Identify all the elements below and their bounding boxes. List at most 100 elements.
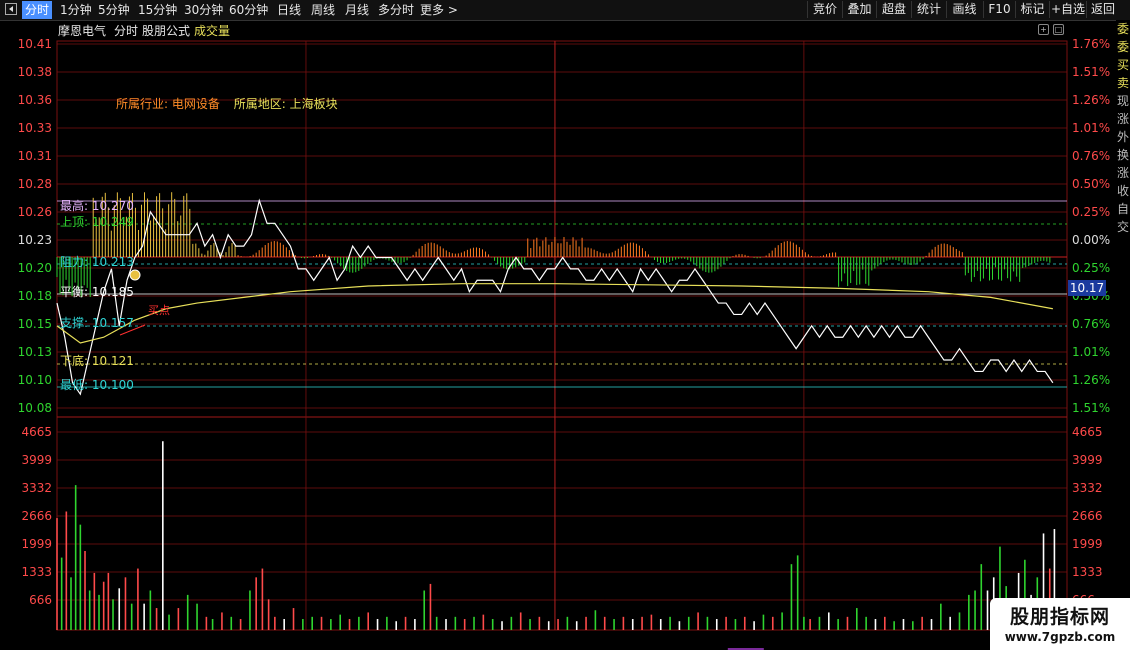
pct-axis-label: 0.50% [1072,177,1110,191]
pct-axis-label: 1.51% [1072,401,1110,415]
watermark: 股朋指标网 www.7gpzb.com [990,598,1130,650]
price-axis-label: 10.08 [18,401,52,415]
period-tab-7[interactable]: 周线 [311,1,335,19]
right-panel-strip: 委委买卖现涨外换涨收自交 [1116,20,1130,650]
price-axis-label: 10.33 [18,121,52,135]
coin-icon [129,269,141,281]
pct-axis-label: 0.25% [1072,261,1110,275]
support-value: 10.157 [91,316,134,330]
pct-axis-label: 1.01% [1072,121,1110,135]
low-value: 10.100 [91,378,134,392]
strip-char: 换 [1116,148,1129,162]
strip-char: 买 [1116,58,1129,72]
toolbar-button-3[interactable]: 统计 [911,1,946,18]
toolbar-button-4[interactable]: 画线 [946,1,982,18]
strip-char: 卖 [1116,76,1129,90]
pct-axis-label: 0.76% [1072,149,1110,163]
low-level-label: 最低: 10.100 [60,376,134,393]
pct-axis-label: 0.76% [1072,317,1110,331]
period-tab-4[interactable]: 30分钟 [184,1,223,19]
watermark-title: 股朋指标网 [1009,606,1110,628]
price-axis-label: 10.36 [18,93,52,107]
price-axis-label: 10.28 [18,177,52,191]
price-axis-label: 10.31 [18,149,52,163]
toolbar-button-8[interactable]: 返回 [1086,1,1119,18]
resistance-label: 阻力: [60,255,89,269]
strip-char: 涨 [1116,166,1129,180]
period-tab-6[interactable]: 日线 [277,1,301,19]
support-level-label: 支撑: 10.157 [60,314,134,331]
strip-char: 委 [1116,22,1129,36]
volume-axis-label: 1333 [21,565,52,579]
support-label: 支撑: [60,316,89,330]
strip-char: 现 [1116,94,1129,108]
back-icon[interactable] [5,3,17,15]
intraday-chart[interactable]: 10.41 1.76% 10.38 1.51% 10.36 1.26% 10.33 1.01%… [0,20,1116,650]
balance-level-label: 平衡: 10.185 [60,283,134,300]
price-axis-label: 10.13 [18,345,52,359]
volume-axis-label: 666 [29,593,52,607]
strip-char: 交 [1116,220,1129,234]
pct-axis-label: 1.26% [1072,93,1110,107]
bottom-value: 10.121 [91,354,134,368]
buy-point-label: 买点 [148,304,170,317]
region-value: 上海板块 [289,97,338,111]
price-axis-label: 10.23 [18,233,52,247]
price-axis-label: 10.26 [18,205,52,219]
volume-axis-label: 2666 [21,509,52,523]
period-tab-9[interactable]: 多分时 [378,1,414,19]
price-axis-label: 10.41 [18,37,52,51]
toolbar-button-0[interactable]: 竞价 [807,1,842,18]
toolbar-button-5[interactable]: F10 [983,1,1015,18]
volume-axis-label-right: 4665 [1072,425,1103,439]
low-label: 最低: [60,378,89,392]
strip-char: 自 [1116,202,1129,216]
volume-axis-label: 4665 [21,425,52,439]
pct-axis-label: 0.00% [1072,233,1110,247]
industry-value: 电网设备 [171,97,220,111]
toolbar: 分时 1分钟 5分钟 15分钟 30分钟 60分钟 日线 周线 月线 多分时 更多 > 竞价 叠加 超盘… [0,0,1130,21]
watermark-url: www.7gpzb.com [1004,630,1116,644]
period-tab-8[interactable]: 月线 [345,1,369,19]
period-tab-3[interactable]: 15分钟 [138,1,177,19]
bottom-label: 下底: [60,354,89,368]
price-axis-label: 10.38 [18,65,52,79]
toolbar-button-1[interactable]: 叠加 [842,1,876,18]
top-label: 上顶: [60,215,89,229]
last-price-tag: 10.17 [1068,280,1106,296]
high-label: 最高: [60,199,89,213]
price-axis-label: 10.10 [18,373,52,387]
price-axis-label: 10.20 [18,261,52,275]
toolbar-button-2[interactable]: 超盘 [876,1,911,18]
volume-axis-label: 3999 [21,453,52,467]
period-tab-10[interactable]: 更多 > [420,1,458,19]
period-tab-2[interactable]: 5分钟 [98,1,130,19]
price-axis-label: 10.18 [18,289,52,303]
top-level-label: 上顶: 10.249 [60,213,134,230]
bottom-level-label: 下底: 10.121 [60,352,134,369]
volume-axis-label-right: 1333 [1072,565,1103,579]
period-tab-1[interactable]: 1分钟 [60,1,92,19]
pct-axis-label: 1.51% [1072,65,1110,79]
volume-axis-label: 3332 [21,481,52,495]
strip-char: 外 [1116,130,1129,144]
resistance-value: 10.213 [91,255,134,269]
pct-axis-label: 1.01% [1072,345,1110,359]
region-label: 所属地区: [233,97,290,111]
volume-axis-label-right: 3332 [1072,481,1103,495]
price-axis-label: 10.15 [18,317,52,331]
period-tab-5[interactable]: 60分钟 [229,1,268,19]
pct-axis-label: 1.76% [1072,37,1110,51]
high-level-label: 最高: 10.270 [60,197,134,214]
pct-axis-label: 1.26% [1072,373,1110,387]
period-tab-0[interactable]: 分时 [22,1,53,19]
strip-char: 收 [1116,184,1129,198]
volume-axis-label: 1999 [21,537,52,551]
balance-label: 平衡: [60,285,89,299]
toolbar-button-6[interactable]: 标记 [1015,1,1049,18]
industry-annotation: 所属行业: 电网设备 所属地区: 上海板块 [116,95,338,112]
volume-axis-label-right: 2666 [1072,509,1103,523]
strip-char: 涨 [1116,112,1129,126]
pct-axis-label: 0.25% [1072,205,1110,219]
toolbar-button-7[interactable]: +自选 [1049,1,1086,18]
